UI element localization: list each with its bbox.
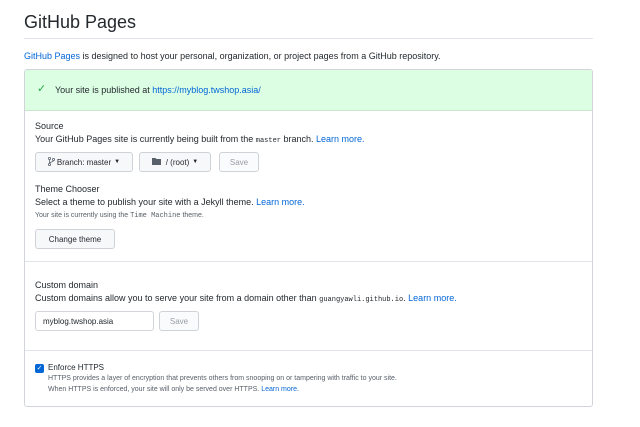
current-theme-after: theme.	[180, 212, 204, 219]
branch-select-button[interactable]: Branch: master ▼	[35, 152, 133, 172]
published-flash: ✓ Your site is published at https://mybl…	[25, 70, 592, 111]
https-learn-more-link[interactable]: Learn more.	[261, 386, 299, 393]
section-divider	[25, 350, 592, 351]
theme-desc: Select a theme to publish your site with…	[35, 197, 257, 207]
pages-settings-panel: ✓ Your site is published at https://mybl…	[24, 69, 593, 407]
chevron-down-icon: ▼	[192, 159, 199, 165]
domain-save-button[interactable]: Save	[159, 311, 199, 331]
theme-heading: Theme Chooser	[35, 184, 100, 194]
current-theme-note: Your site is currently using the Time Ma…	[35, 212, 204, 220]
https-description-line1: HTTPS provides a layer of encryption tha…	[48, 375, 397, 382]
custom-domain-heading: Custom domain	[35, 280, 99, 290]
branch-icon	[47, 156, 55, 168]
current-theme-before: Your site is currently using the	[35, 212, 131, 219]
check-icon: ✓	[37, 83, 47, 95]
source-desc-after: branch.	[281, 134, 317, 144]
current-theme-name: Time Machine	[130, 212, 181, 220]
source-desc-before: Your GitHub Pages site is currently bein…	[35, 134, 256, 144]
folder-button-label: / (root)	[165, 157, 190, 167]
custom-domain-description: Custom domains allow you to serve your s…	[35, 293, 457, 304]
github-pages-link[interactable]: GitHub Pages	[24, 51, 80, 61]
source-description: Your GitHub Pages site is currently bein…	[35, 134, 365, 145]
intro-description: is designed to host your personal, organ…	[80, 51, 441, 61]
branch-button-label: Branch: master	[56, 157, 112, 167]
source-branch-code: master	[255, 137, 281, 145]
folder-icon	[151, 157, 161, 167]
https-description-line2: When HTTPS is enforced, your site will o…	[48, 386, 299, 393]
source-heading: Source	[35, 121, 64, 131]
https-line2-text: When HTTPS is enforced, your site will o…	[48, 386, 262, 393]
default-domain-code: guangyawli.github.io	[319, 296, 404, 304]
custom-domain-input[interactable]: myblog.twshop.asia	[35, 311, 154, 331]
source-save-button[interactable]: Save	[219, 152, 259, 172]
folder-select-button[interactable]: / (root) ▼	[139, 152, 211, 172]
enforce-https-label[interactable]: Enforce HTTPS	[48, 363, 104, 372]
enforce-https-checkbox[interactable]: ✓	[35, 364, 44, 373]
published-text: Your site is published at	[55, 85, 153, 95]
site-url-link[interactable]: https://myblog.twshop.asia/	[152, 85, 261, 95]
page-title: GitHub Pages	[24, 12, 137, 32]
title-divider	[24, 38, 593, 39]
domain-desc-before: Custom domains allow you to serve your s…	[35, 293, 320, 303]
domain-learn-more-link[interactable]: Learn more.	[408, 293, 457, 303]
chevron-down-icon: ▼	[114, 159, 121, 165]
theme-description: Select a theme to publish your site with…	[35, 197, 305, 207]
theme-learn-more-link[interactable]: Learn more.	[256, 197, 305, 207]
published-message: Your site is published at https://myblog…	[55, 85, 261, 95]
change-theme-button[interactable]: Change theme	[35, 229, 115, 249]
section-divider	[25, 261, 592, 262]
intro-text: GitHub Pages is designed to host your pe…	[24, 51, 441, 61]
source-learn-more-link[interactable]: Learn more.	[316, 134, 365, 144]
